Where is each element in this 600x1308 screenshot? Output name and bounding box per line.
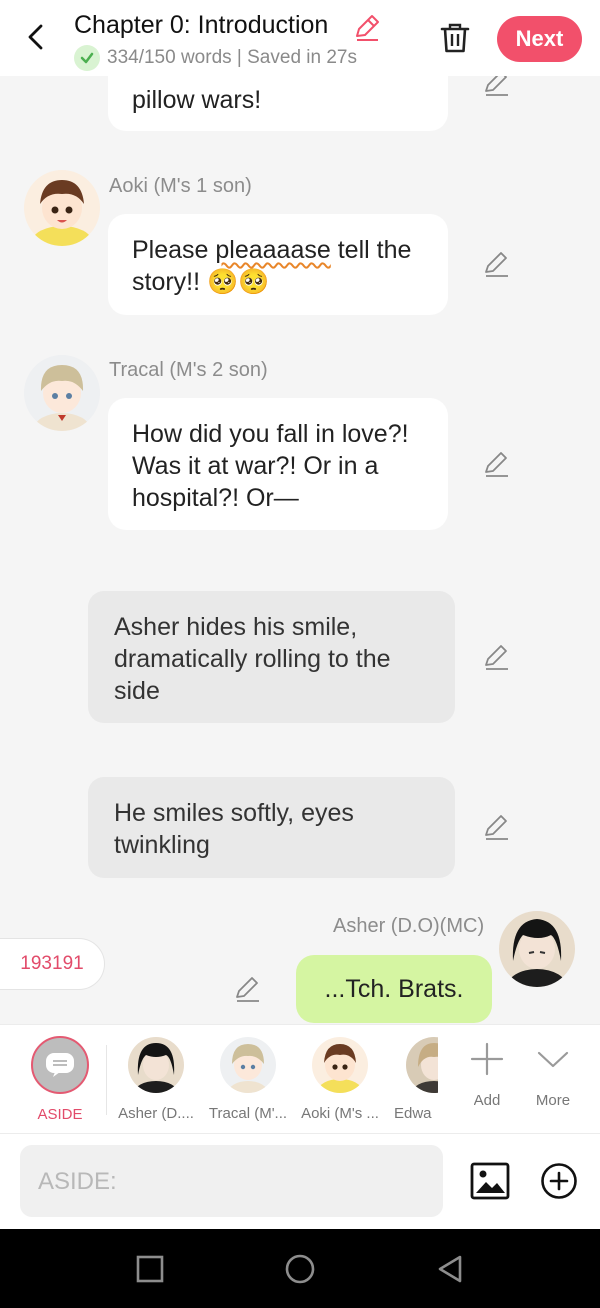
divider bbox=[106, 1045, 107, 1115]
avatar bbox=[312, 1037, 368, 1093]
message-text: Please pleaaaase tell the story!! 🥺🥺 bbox=[132, 236, 412, 296]
character-name: Tracal (M's 2 son) bbox=[109, 359, 268, 381]
edit-title-icon[interactable] bbox=[352, 12, 382, 42]
next-button[interactable]: Next bbox=[497, 16, 582, 62]
character-name: Aoki (M's 1 son) bbox=[109, 175, 252, 197]
check-icon bbox=[74, 45, 100, 71]
add-label: Add bbox=[473, 1092, 501, 1109]
message-bubble[interactable]: Please pleaaaase tell the story!! 🥺🥺 bbox=[108, 214, 448, 315]
edit-message-icon[interactable] bbox=[233, 974, 263, 1004]
my-character-name: Asher (D.O)(MC) bbox=[333, 915, 485, 937]
aside-text: Asher hides his smile, dramatically roll… bbox=[114, 613, 391, 705]
character-aside[interactable]: ASIDE bbox=[22, 1025, 98, 1135]
edit-message-icon[interactable] bbox=[482, 249, 512, 279]
aside-icon bbox=[31, 1036, 89, 1094]
character-bar: ASIDE Asher (D.... Tracal (M'... Aoki (M… bbox=[0, 1024, 600, 1134]
character-label: Aoki (M's ... bbox=[301, 1105, 379, 1122]
aside-bubble[interactable]: He smiles softly, eyes twinkling bbox=[88, 777, 455, 878]
trash-icon[interactable] bbox=[437, 20, 473, 56]
character-aoki[interactable]: Aoki (M's ... bbox=[292, 1025, 388, 1135]
message-bubble[interactable]: pillow wars! bbox=[108, 76, 448, 131]
word-count-status: 334/150 words | Saved in 27s bbox=[107, 47, 357, 68]
avatar-asher[interactable] bbox=[499, 911, 575, 987]
chevron-down-icon bbox=[537, 1051, 569, 1068]
message-text: pillow wars! bbox=[132, 86, 262, 114]
aside-bubble[interactable]: Asher hides his smile, dramatically roll… bbox=[88, 591, 455, 723]
my-message-bubble[interactable]: ...Tch. Brats. bbox=[296, 955, 492, 1023]
add-circle-icon[interactable] bbox=[540, 1162, 578, 1200]
message-bubble[interactable]: How did you fall in love?! Was it at war… bbox=[108, 398, 448, 530]
avatar bbox=[220, 1037, 276, 1093]
aside-label: ASIDE bbox=[37, 1106, 83, 1123]
message-text: ...Tch. Brats. bbox=[324, 974, 464, 1003]
edit-message-icon[interactable] bbox=[482, 642, 512, 672]
chat-area[interactable]: pillow wars! Aoki (M's 1 son) Please ple… bbox=[0, 76, 600, 1024]
edit-message-icon[interactable] bbox=[482, 812, 512, 842]
plus-icon bbox=[470, 1042, 504, 1076]
spellcheck-word: pleaaaase bbox=[215, 236, 331, 264]
more-label: More bbox=[535, 1092, 571, 1109]
character-edwa[interactable]: Edwa bbox=[390, 1025, 438, 1135]
avatar-aoki[interactable] bbox=[24, 170, 100, 246]
system-nav-bar bbox=[0, 1229, 600, 1308]
home-icon[interactable] bbox=[284, 1253, 316, 1285]
message-text: How did you fall in love?! Was it at war… bbox=[132, 420, 409, 512]
count-badge[interactable]: 193191 bbox=[0, 938, 105, 990]
more-button[interactable]: More bbox=[524, 1025, 582, 1135]
composer: ASIDE: bbox=[0, 1134, 600, 1229]
character-asher[interactable]: Asher (D.... bbox=[108, 1025, 204, 1135]
back-triangle-icon[interactable] bbox=[434, 1253, 466, 1285]
character-label: Edwa bbox=[394, 1105, 432, 1122]
top-bar: Chapter 0: Introduction 334/150 words | … bbox=[0, 0, 600, 76]
save-status: 334/150 words | Saved in 27s bbox=[74, 45, 357, 71]
avatar bbox=[406, 1037, 438, 1093]
aside-text: He smiles softly, eyes twinkling bbox=[114, 799, 354, 859]
edit-message-icon[interactable] bbox=[482, 449, 512, 479]
avatar bbox=[128, 1037, 184, 1093]
character-label: Tracal (M'... bbox=[208, 1105, 288, 1122]
add-character-button[interactable]: Add bbox=[458, 1025, 516, 1135]
avatar-tracal[interactable] bbox=[24, 355, 100, 431]
image-icon[interactable] bbox=[470, 1161, 510, 1201]
character-label: Asher (D.... bbox=[118, 1105, 194, 1122]
edit-message-icon[interactable] bbox=[482, 76, 512, 98]
chapter-title[interactable]: Chapter 0: Introduction bbox=[74, 11, 328, 40]
character-tracal[interactable]: Tracal (M'... bbox=[200, 1025, 296, 1135]
message-input[interactable]: ASIDE: bbox=[20, 1145, 443, 1217]
recents-icon[interactable] bbox=[134, 1253, 166, 1285]
back-arrow-icon[interactable] bbox=[22, 22, 52, 52]
